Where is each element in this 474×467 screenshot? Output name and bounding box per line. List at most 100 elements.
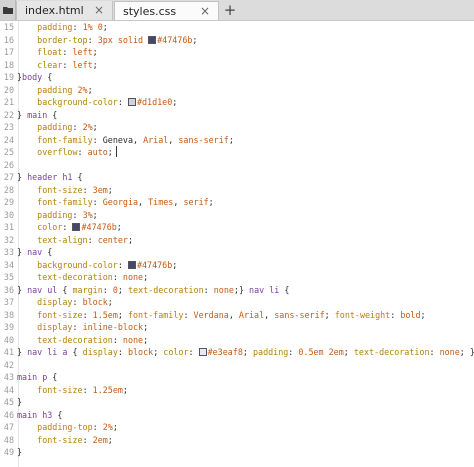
- token-plain: ,: [264, 309, 275, 320]
- line-number: 19: [3, 72, 14, 82]
- tab-index-html[interactable]: index.html ×: [16, 1, 113, 20]
- code-line[interactable]: 46 main h3 {: [0, 409, 474, 422]
- code-line[interactable]: 43 main p {: [0, 371, 474, 384]
- token-punct: :: [288, 347, 299, 357]
- token-punct: :: [72, 209, 83, 220]
- token-plain: {: [67, 347, 83, 357]
- token-plain: {: [72, 172, 83, 182]
- close-icon[interactable]: ×: [200, 4, 210, 18]
- token-punct: ;: [127, 234, 133, 245]
- code-line[interactable]: 16 border-top: 3px solid #47476b;: [0, 34, 474, 47]
- line-text: display: block;: [17, 296, 113, 309]
- token-sel: nav: [27, 247, 43, 257]
- token-punct: ;: [143, 334, 149, 345]
- token-val: bold: [400, 309, 421, 320]
- code-line[interactable]: 28 font-size: 3em;: [0, 184, 474, 197]
- code-line[interactable]: 17 float: left;: [0, 46, 474, 59]
- code-line[interactable]: 33} nav {: [0, 246, 474, 259]
- line-text: } nav ul { margin: 0; text-decoration: n…: [17, 284, 289, 297]
- code-line[interactable]: 20 padding 2%;: [0, 84, 474, 97]
- code-line[interactable]: 23 padding: 2%;: [0, 121, 474, 134]
- close-icon[interactable]: ×: [94, 3, 104, 17]
- token-brace: }: [17, 172, 28, 182]
- token-val: none: [213, 284, 234, 295]
- token-punct: :: [72, 22, 83, 32]
- line-text: padding: 3%;: [17, 209, 98, 222]
- line-number: 37: [3, 297, 14, 307]
- code-line[interactable]: 26: [0, 159, 474, 172]
- token-val: 3%: [82, 209, 93, 220]
- token-punct: :: [112, 334, 123, 345]
- token-prop: text-decoration: [17, 334, 113, 345]
- token-plain: {: [52, 409, 63, 420]
- token-plain: ,: [168, 134, 179, 145]
- code-line[interactable]: 48 font-size: 2em;: [0, 434, 474, 447]
- code-line[interactable]: 40 text-decoration: none;: [0, 334, 474, 347]
- token-punct: ;: [172, 97, 178, 107]
- code-line[interactable]: 47 padding-top: 2%;: [0, 421, 474, 434]
- code-line[interactable]: 34 background-color: #47476b;: [0, 259, 474, 272]
- code-line[interactable]: 30 padding: 3%;: [0, 209, 474, 222]
- token-sel: header h1: [27, 172, 73, 182]
- token-prop: font-family: [17, 134, 93, 145]
- token-punct: :: [82, 309, 93, 320]
- line-text: } nav {: [17, 246, 52, 259]
- token-val: sans-serif: [274, 309, 325, 320]
- line-number: 15: [3, 22, 14, 32]
- token-punct: :: [112, 272, 123, 282]
- code-line[interactable]: 19}body {: [0, 71, 474, 84]
- color-swatch: [72, 223, 81, 231]
- token-val: Arial: [238, 309, 265, 320]
- line-text: }: [17, 396, 22, 409]
- folder-button[interactable]: [0, 0, 16, 20]
- code-area[interactable]: 15 padding: 1% 0; 16 border-top: 3px soli…: [0, 21, 474, 459]
- folder-icon: [2, 7, 13, 14]
- code-line[interactable]: 32 text-align: center;: [0, 234, 474, 247]
- token-punct: :: [82, 384, 93, 395]
- color-swatch: [198, 348, 207, 356]
- code-line[interactable]: 15 padding: 1% 0;: [0, 21, 474, 34]
- code-line[interactable]: 25 overflow: auto;: [0, 146, 474, 159]
- token-punct: :: [62, 59, 73, 70]
- code-line[interactable]: 41} nav li a { display: block; color: #e…: [0, 346, 474, 359]
- line-number: 27: [3, 172, 14, 182]
- code-line[interactable]: 35 text-decoration: none;: [0, 271, 474, 284]
- token-plain: ,: [228, 309, 239, 320]
- code-line[interactable]: 37 display: block;: [0, 296, 474, 309]
- code-line[interactable]: 22} main {: [0, 109, 474, 122]
- code-line[interactable]: 44 font-size: 1.25em;: [0, 384, 474, 397]
- token-prop: padding: [17, 84, 73, 95]
- token-brace: }: [17, 109, 28, 120]
- token-punct: ;: [92, 209, 98, 220]
- code-line[interactable]: 29 font-family: Georgia, Times, serif;: [0, 196, 474, 209]
- code-line[interactable]: 27} header h1 {: [0, 171, 474, 184]
- tab-label: index.html: [25, 4, 84, 17]
- token-punct: ;: [112, 422, 118, 432]
- code-line[interactable]: 24 font-family: Geneva, Arial, sans-seri…: [0, 134, 474, 147]
- code-editor[interactable]: 15 padding: 1% 0; 16 border-top: 3px soli…: [0, 21, 474, 467]
- code-line[interactable]: 42: [0, 359, 474, 372]
- tab-styles-css[interactable]: styles.css ×: [114, 1, 219, 20]
- token-val: Verdana: [193, 309, 229, 320]
- code-line[interactable]: 21 background-color: #d1d1e0;: [0, 96, 474, 109]
- line-text: background-color: #47476b;: [17, 259, 177, 272]
- code-line[interactable]: 18 clear: left;: [0, 59, 474, 72]
- token-prop: text-decoration: [128, 284, 204, 295]
- code-line[interactable]: 49}: [0, 446, 474, 459]
- new-tab-button[interactable]: +: [223, 0, 237, 20]
- code-line[interactable]: 31 color: #47476b;: [0, 221, 474, 234]
- token-punct: ;: [92, 122, 98, 132]
- token-val: 1.5em: [92, 309, 118, 320]
- token-prop: padding: [17, 209, 73, 220]
- line-text: font-family: Georgia, Times, serif;: [17, 196, 214, 209]
- token-plain: {: [42, 72, 53, 82]
- token-punct: :: [82, 434, 93, 445]
- token-plain: {: [47, 109, 58, 120]
- code-line[interactable]: 36} nav ul { margin: 0; text-decoration:…: [0, 284, 474, 297]
- code-line[interactable]: 45}: [0, 396, 474, 409]
- code-line[interactable]: 39 display: inline-block;: [0, 321, 474, 334]
- token-prop: font-size: [17, 184, 83, 195]
- token-punct: ;: [87, 84, 93, 95]
- code-line[interactable]: 38 font-size: 1.5em; font-family: Verdan…: [0, 309, 474, 322]
- token-punct: ;: [242, 347, 253, 357]
